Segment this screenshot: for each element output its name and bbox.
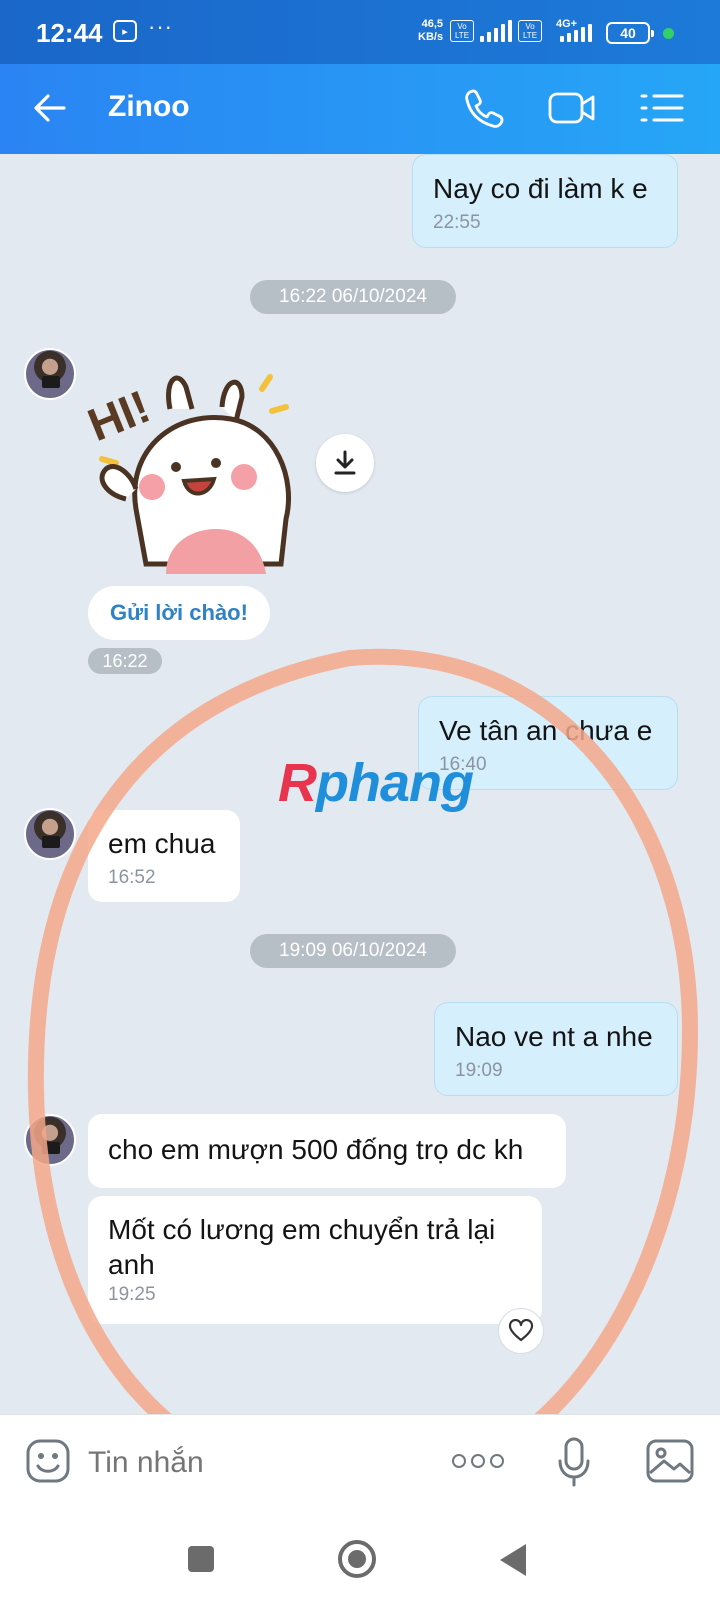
watermark: Rphang <box>278 752 474 814</box>
message-text: em chua <box>108 828 216 859</box>
message-bubble-outgoing[interactable]: Nao ve nt a nhe 19:09 <box>434 1002 678 1096</box>
message-time: 16:52 <box>108 867 156 888</box>
back-button[interactable] <box>500 1544 526 1576</box>
network-speed-value: 46,5 <box>421 18 444 30</box>
message-time: 19:09 <box>455 1060 503 1081</box>
message-time: 22:55 <box>433 212 481 233</box>
chat-area[interactable]: Nay co đi làm k e 22:55 16:22 06/10/2024… <box>0 154 720 1414</box>
date-separator: 19:09 06/10/2024 <box>250 934 456 968</box>
mic-icon[interactable] <box>556 1435 592 1489</box>
more-icon[interactable] <box>452 1449 506 1473</box>
avatar[interactable] <box>24 1114 76 1166</box>
more-notifications-icon: ··· <box>148 14 173 39</box>
volte-icon-2: Vo LTE <box>518 20 542 42</box>
navigation-bar <box>0 1510 720 1600</box>
heart-icon[interactable] <box>498 1308 544 1354</box>
signal-icon <box>480 20 512 42</box>
status-time: 12:44 <box>36 18 103 48</box>
menu-list-icon[interactable] <box>638 84 690 132</box>
notification-app-icon: ▸ <box>113 20 137 42</box>
emoji-icon[interactable] <box>24 1437 72 1485</box>
message-text: Nao ve nt a nhe <box>455 1021 653 1052</box>
message-bubble-incoming[interactable]: cho em mượn 500 đống trọ dc kh <box>88 1114 566 1188</box>
status-bar: 12:44 ▸ ··· 46,5 KB/s Vo LTE Vo LTE 4G+ … <box>0 0 720 64</box>
message-text: Mốt có lương em chuyển trả lại anh <box>108 1214 496 1280</box>
network-speed-unit: KB/s <box>418 31 444 43</box>
network-speed: 46,5 KB/s <box>418 18 443 44</box>
image-icon[interactable] <box>644 1437 696 1485</box>
avatar[interactable] <box>24 348 76 400</box>
send-greeting-button[interactable]: Gửi lời chào! <box>88 586 270 640</box>
home-button[interactable] <box>338 1540 376 1578</box>
signal-icon-2 <box>560 24 592 42</box>
sticker-text: HI! <box>86 380 157 451</box>
hi-sticker[interactable]: HI! <box>81 359 310 574</box>
battery-icon: 40 <box>606 22 654 44</box>
avatar[interactable] <box>24 808 76 860</box>
privacy-indicator-dot <box>663 28 674 39</box>
message-input[interactable] <box>88 1443 428 1483</box>
message-bubble-outgoing[interactable]: Nay co đi làm k e 22:55 <box>412 154 678 248</box>
sticker-time: 16:22 <box>88 648 162 674</box>
phone-icon[interactable] <box>458 84 510 132</box>
composer-bar <box>0 1414 720 1510</box>
volte-icon: Vo LTE <box>450 20 474 42</box>
message-text: Nay co đi làm k e <box>433 173 648 204</box>
chat-header: Zinoo <box>0 64 720 154</box>
recents-button[interactable] <box>188 1546 214 1572</box>
message-bubble-incoming[interactable]: em chua 16:52 <box>88 810 240 902</box>
watermark-part1: R <box>278 753 317 813</box>
watermark-part2: phang <box>316 753 474 813</box>
back-arrow-icon[interactable] <box>30 88 70 128</box>
video-call-icon[interactable] <box>546 84 598 132</box>
message-bubble-incoming[interactable]: Mốt có lương em chuyển trả lại anh 19:25 <box>88 1196 542 1324</box>
download-icon[interactable] <box>316 434 374 492</box>
conversation-title[interactable]: Zinoo <box>108 90 190 124</box>
message-text: Ve tân an chưa e <box>439 715 653 746</box>
date-separator: 16:22 06/10/2024 <box>250 280 456 314</box>
message-text: cho em mượn 500 đống trọ dc kh <box>108 1134 524 1165</box>
message-time: 19:25 <box>108 1284 156 1305</box>
